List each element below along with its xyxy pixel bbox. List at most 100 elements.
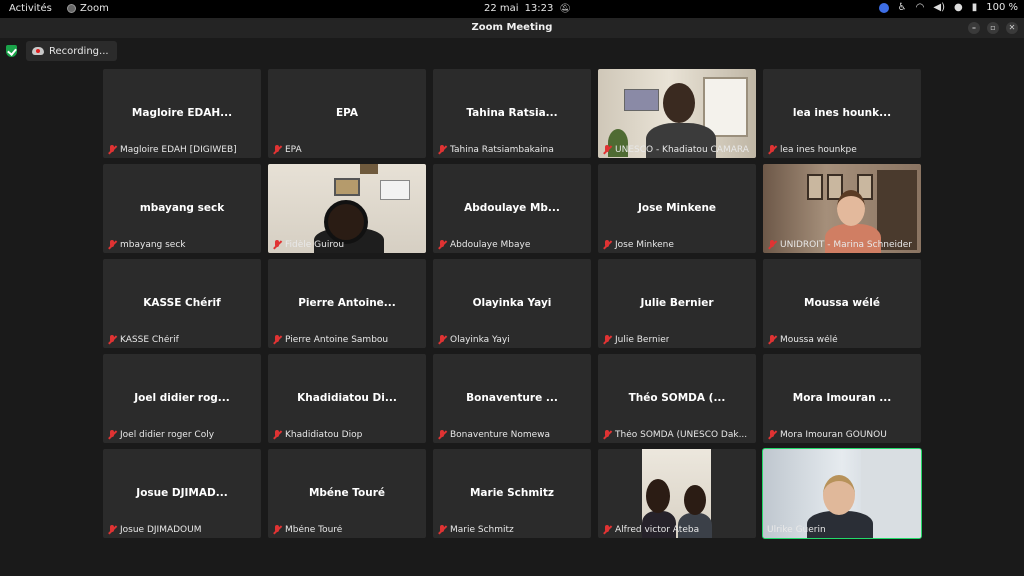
mic-muted-icon: [767, 145, 777, 155]
mic-muted-icon: [437, 145, 447, 155]
maximize-icon[interactable]: ▫: [987, 22, 999, 34]
participant-display-name: mbayang seck: [139, 202, 225, 214]
window-title: Zoom Meeting: [471, 22, 553, 33]
cloud-recording-icon: [32, 47, 44, 55]
participant-tile[interactable]: EPA EPA: [268, 69, 426, 158]
mic-muted-icon: [602, 145, 612, 155]
participant-name: Olayinka Yayi: [450, 335, 510, 345]
participant-tile[interactable]: Abdoulaye Mb... Abdoulaye Mbaye: [433, 164, 591, 253]
participant-tile[interactable]: Alfred victor Ateba: [598, 449, 756, 538]
participant-display-name: Khadidiatou Di...: [297, 392, 397, 404]
participant-name: Fidèle Guirou: [285, 240, 345, 250]
participant-caption: UNIDROIT - Marina Schneider: [767, 240, 912, 250]
app-menu[interactable]: Zoom: [67, 3, 109, 14]
participant-display-name: Olayinka Yayi: [472, 297, 552, 309]
participant-tile[interactable]: Jose Minkene Jose Minkene: [598, 164, 756, 253]
mic-muted-icon: [602, 335, 612, 345]
participant-caption: Mora Imouran GOUNOU: [767, 430, 887, 440]
zoom-app-icon: [67, 4, 76, 13]
app-name: Zoom: [80, 3, 109, 14]
participant-display-name: Jose Minkene: [637, 202, 717, 214]
participant-name: Joel didier roger Coly: [120, 430, 215, 440]
participant-tile[interactable]: Mbéne Touré Mbéne Touré: [268, 449, 426, 538]
participant-display-name: Josue DJIMAD...: [136, 487, 228, 499]
mic-muted-icon: [272, 525, 282, 535]
participant-tile[interactable]: Julie Bernier Julie Bernier: [598, 259, 756, 348]
participant-tile[interactable]: Joel didier rog... Joel didier roger Coly: [103, 354, 261, 443]
mic-muted-icon: [107, 335, 117, 345]
system-tray[interactable]: ♿︎ ◠ ◀︎) ● ▮ 100 %: [878, 2, 1018, 13]
participant-name: Magloire EDAH [DIGIWEB]: [120, 145, 237, 155]
participant-caption: Joel didier roger Coly: [107, 430, 214, 440]
participant-caption: Magloire EDAH [DIGIWEB]: [107, 145, 237, 155]
recording-indicator[interactable]: Recording...: [26, 41, 117, 61]
participant-display-name: lea ines hounk...: [792, 107, 892, 119]
participant-name: Moussa wélé: [780, 335, 838, 345]
participant-caption: Jose Minkene: [602, 240, 674, 250]
mic-muted-icon: [437, 525, 447, 535]
participant-name: Marie Schmitz: [450, 525, 514, 535]
participant-name: Abdoulaye Mbaye: [450, 240, 531, 250]
participant-name: Jose Minkene: [615, 240, 674, 250]
participant-display-name: Tahina Ratsia...: [466, 107, 558, 119]
shield-icon[interactable]: [6, 45, 17, 57]
participant-name: Khadidiatou Diop: [285, 430, 363, 440]
participant-caption: EPA: [272, 145, 302, 155]
mic-muted-icon: [272, 335, 282, 345]
participant-caption: Bonaventure Nomewa: [437, 430, 550, 440]
participant-tile[interactable]: lea ines hounk... lea ines hounkpe: [763, 69, 921, 158]
participant-tile[interactable]: Marie Schmitz Marie Schmitz: [433, 449, 591, 538]
participant-name: Mora Imouran GOUNOU: [780, 430, 887, 440]
clock[interactable]: 22 mai 13:23 🔕︎: [484, 3, 571, 14]
participant-name: Bonaventure Nomewa: [450, 430, 551, 440]
participant-display-name: Mora Imouran ...: [792, 392, 892, 404]
minimize-icon[interactable]: –: [968, 22, 980, 34]
participant-tile[interactable]: Mora Imouran ... Mora Imouran GOUNOU: [763, 354, 921, 443]
participant-tile[interactable]: Théo SOMDA (... Théo SOMDA (UNESCO Dak...: [598, 354, 756, 443]
volume-icon: ◀︎): [933, 2, 945, 13]
accessibility-icon: ♿︎: [897, 2, 907, 13]
participant-tile[interactable]: Bonaventure ... Bonaventure Nomewa: [433, 354, 591, 443]
participant-tile[interactable]: KASSE Chérif KASSE Chérif: [103, 259, 261, 348]
participant-tile[interactable]: mbayang seck mbayang seck: [103, 164, 261, 253]
participant-caption: Ulrike Guerin: [767, 525, 826, 535]
close-icon[interactable]: ✕: [1006, 22, 1018, 34]
participant-tile[interactable]: Moussa wélé Moussa wélé: [763, 259, 921, 348]
participant-tile[interactable]: Ulrike Guerin: [762, 448, 922, 539]
mic-muted-icon: [437, 335, 447, 345]
activities-button[interactable]: Activités: [9, 3, 52, 14]
mic-muted-icon: [107, 145, 117, 155]
mic-muted-icon: [602, 240, 612, 250]
participant-caption: Théo SOMDA (UNESCO Dak...: [602, 430, 747, 440]
participant-tile[interactable]: Fidèle Guirou: [268, 164, 426, 253]
window-title-bar[interactable]: Zoom Meeting – ▫ ✕: [0, 18, 1024, 38]
participant-name: Ulrike Guerin: [767, 525, 826, 535]
mic-muted-icon: [767, 430, 777, 440]
participant-caption: mbayang seck: [107, 240, 186, 250]
participant-name: EPA: [285, 145, 302, 155]
participant-name: UNESCO - Khadiatou CAMARA: [615, 145, 749, 155]
participant-display-name: Marie Schmitz: [469, 487, 555, 499]
participant-display-name: Abdoulaye Mb...: [464, 202, 560, 214]
recording-label: Recording...: [49, 45, 109, 57]
participant-caption: KASSE Chérif: [107, 335, 179, 345]
participant-tile[interactable]: UNIDROIT - Marina Schneider: [763, 164, 921, 253]
participant-caption: Moussa wélé: [767, 335, 838, 345]
participant-name: Josue DJIMADOUM: [120, 525, 202, 535]
participant-name: lea ines hounkpe: [780, 145, 857, 155]
mic-muted-icon: [272, 145, 282, 155]
participant-caption: Abdoulaye Mbaye: [437, 240, 530, 250]
clock-date: 22 mai: [484, 3, 519, 14]
participant-caption: Mbéne Touré: [272, 525, 342, 535]
participant-tile[interactable]: Pierre Antoine... Pierre Antoine Sambou: [268, 259, 426, 348]
participant-tile[interactable]: UNESCO - Khadiatou CAMARA: [598, 69, 756, 158]
mic-muted-icon: [437, 240, 447, 250]
participant-tile[interactable]: Khadidiatou Di... Khadidiatou Diop: [268, 354, 426, 443]
participant-caption: Alfred victor Ateba: [602, 525, 699, 535]
participant-tile[interactable]: Josue DJIMAD... Josue DJIMADOUM: [103, 449, 261, 538]
participant-caption: Pierre Antoine Sambou: [272, 335, 388, 345]
participant-display-name: Joel didier rog...: [134, 392, 230, 404]
participant-tile[interactable]: Magloire EDAH... Magloire EDAH [DIGIWEB]: [103, 69, 261, 158]
participant-tile[interactable]: Olayinka Yayi Olayinka Yayi: [433, 259, 591, 348]
participant-tile[interactable]: Tahina Ratsia... Tahina Ratsiambakaina: [433, 69, 591, 158]
